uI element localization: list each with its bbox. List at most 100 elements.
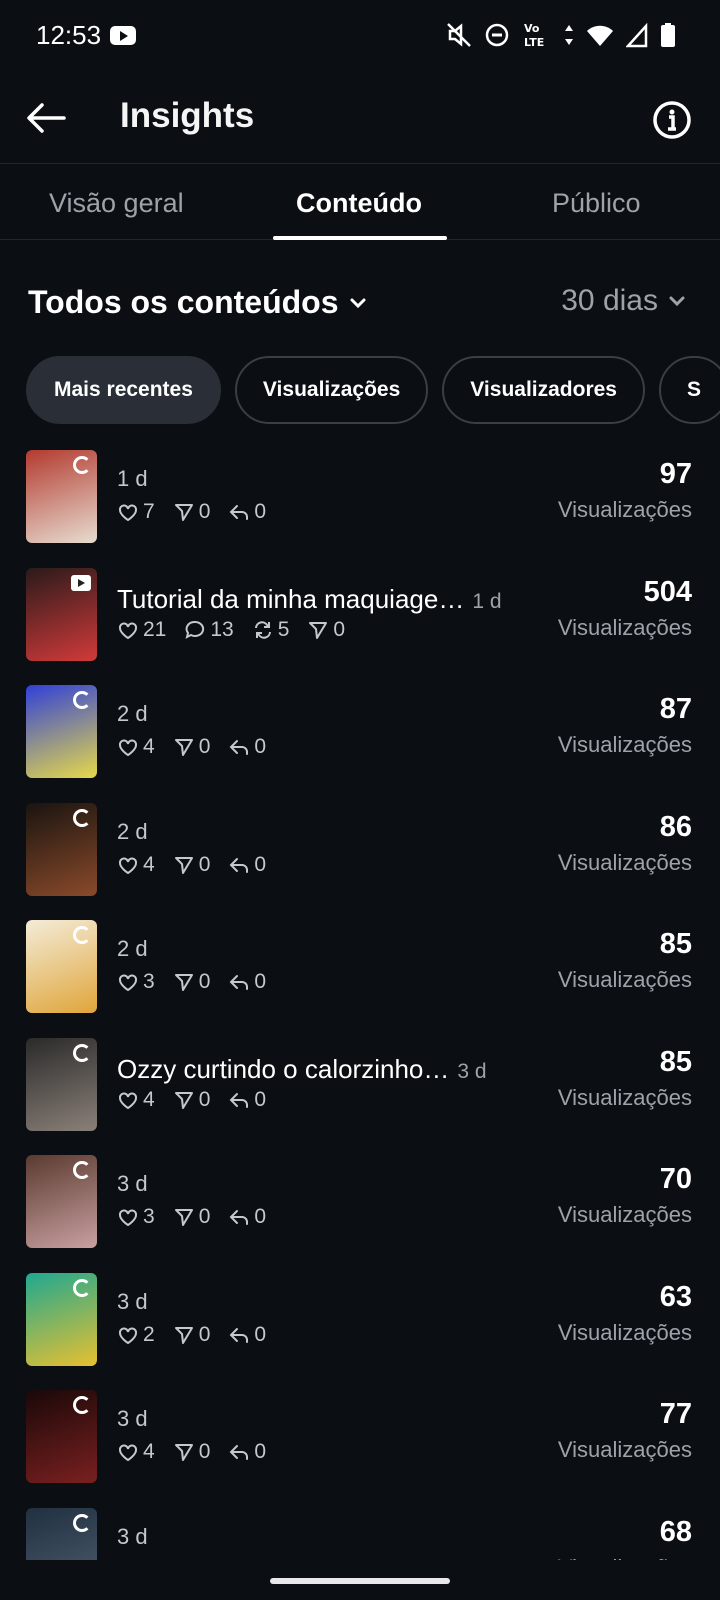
stat-value: 4 [143,1440,155,1463]
stat-heart: 4 [117,1440,155,1464]
heart-icon [119,739,137,757]
content-filter-dropdown[interactable]: Todos os conteúdos [28,284,367,321]
volte-icon: VoLTE [524,22,544,49]
video-icon [71,574,91,591]
stat-value: 0 [254,1440,267,1463]
send-icon [174,856,193,874]
carousel-icon [73,1278,91,1297]
post-views: 70 Visualizações [558,1163,692,1228]
carousel-icon [73,1043,91,1062]
views-label: Visualizações [557,1084,692,1110]
views-label: Visualizações [557,732,692,757]
post-stats: 7 0 0 [117,500,266,524]
stat-reply: 0 [228,853,266,877]
post-thumbnail [26,802,97,896]
views-label: Visualizações [557,497,692,522]
stat-reply: 0 [228,735,266,759]
tab-visao-geral[interactable]: Visão geral [49,188,184,219]
wifi-icon [587,25,613,46]
post-thumbnail [26,450,97,543]
tab-conteudo[interactable]: Conteúdo [296,188,422,219]
post-caption-line: 2 d [117,819,148,845]
post-row[interactable]: 3 d 4 0 0 77 Visualizações [0,1388,720,1508]
post-row[interactable]: 2 d 4 0 0 86 Visualizações [0,801,720,921]
stat-value: 7 [143,500,155,523]
post-age: 3 d [117,1523,148,1549]
views-count: 504 [643,575,692,608]
home-indicator[interactable] [270,1578,450,1584]
reply-icon [229,857,249,873]
stat-value: 4 [143,1087,155,1111]
svg-text:LTE: LTE [524,36,544,49]
post-views: 63 Visualizações [558,1281,692,1346]
chip-partial[interactable]: S [658,356,720,424]
status-bar: 12:53 Vo LTE [0,0,720,72]
do-not-disturb-icon [485,23,509,47]
data-arrows-icon [565,25,573,45]
stat-value: 0 [198,1440,211,1463]
stat-reply: 0 [228,1205,266,1229]
app-bar: Insights [0,72,720,164]
post-caption-line: Tutorial da minha maquiage… 1 d [117,584,502,615]
status-time: 12:53 [36,20,102,50]
svg-text:Vo: Vo [524,22,540,35]
post-age: 3 d [117,1406,148,1431]
chip-visualizadores[interactable]: Visualizadores [442,356,645,424]
stat-send: 0 [173,500,211,524]
stat-heart: 2 [117,1323,155,1347]
stat-value: 21 [143,617,167,641]
views-count: 97 [659,458,692,490]
post-row[interactable]: 3 d 68 Visualizações [0,1506,720,1561]
tab-bar: Visão geral Conteúdo Público [0,164,720,240]
post-views: 504 Visualizações [558,576,692,641]
post-views: 85 Visualizações [558,928,692,993]
views-label: Visualizações [558,1555,692,1561]
views-label: Visualizações [557,1437,692,1462]
post-stats: 4 0 0 [117,735,266,759]
info-icon[interactable] [652,100,692,140]
page-title: Insights [120,96,255,135]
date-range-dropdown[interactable]: 30 dias [561,284,686,318]
stat-value: 0 [198,500,211,523]
post-views: 87 Visualizações [558,693,692,758]
arrow-left-icon[interactable] [24,96,68,140]
post-row[interactable]: Tutorial da minha maquiage… 1 d 21 13 5 0 504 V… [0,566,720,686]
stat-value: 0 [254,1322,267,1346]
chip-mais-recentes[interactable]: Mais recentes [26,356,221,424]
tab-publico[interactable]: Público [552,188,641,219]
stat-reply: 0 [228,1323,266,1347]
heart-icon [119,622,137,639]
post-thumbnail [26,567,97,661]
post-row[interactable]: 2 d 4 0 0 87 Visualizações [0,683,720,803]
post-row[interactable]: 1 d 7 0 0 97 Visualizações [0,448,720,568]
carousel-icon [73,1396,91,1414]
heart-icon [119,1209,137,1227]
stat-value: 0 [254,735,267,758]
views-count: 68 [659,1515,692,1548]
views-label: Visualizações [557,849,692,875]
content-list: 1 d 7 0 0 97 Visualizações Tutorial da minha m… [0,448,720,1560]
post-row[interactable]: 3 d 3 0 0 70 Visualizações [0,1153,720,1273]
heart-icon [119,857,137,874]
heart-icon [119,1327,137,1344]
post-row[interactable]: 2 d 3 0 0 85 Visualizações [0,918,720,1038]
views-label: Visualizações [557,1319,692,1345]
chip-visualizacoes[interactable]: Visualizações [234,356,429,424]
reply-icon [229,1092,249,1108]
post-row[interactable]: Ozzy curtindo o calorzinho… 3 d 4 0 0 85 Visua… [0,1036,720,1156]
post-thumbnail [26,685,97,778]
stat-heart: 4 [117,735,155,759]
stat-send: 0 [173,1088,210,1112]
post-stats: 4 0 0 [117,853,266,877]
stat-heart: 4 [117,1088,155,1112]
stat-send: 0 [173,735,210,759]
views-count: 85 [659,1045,692,1078]
post-age: 2 d [117,701,148,726]
views-count: 85 [659,928,692,960]
chevron-down-icon [669,296,685,307]
carousel-icon [73,1161,91,1179]
heart-icon [119,974,137,992]
post-row[interactable]: 3 d 2 0 0 63 Visualizações [0,1271,720,1391]
stat-value: 0 [198,1322,211,1346]
sort-chips: Mais recentes Visualizações Visualizador… [26,356,720,424]
